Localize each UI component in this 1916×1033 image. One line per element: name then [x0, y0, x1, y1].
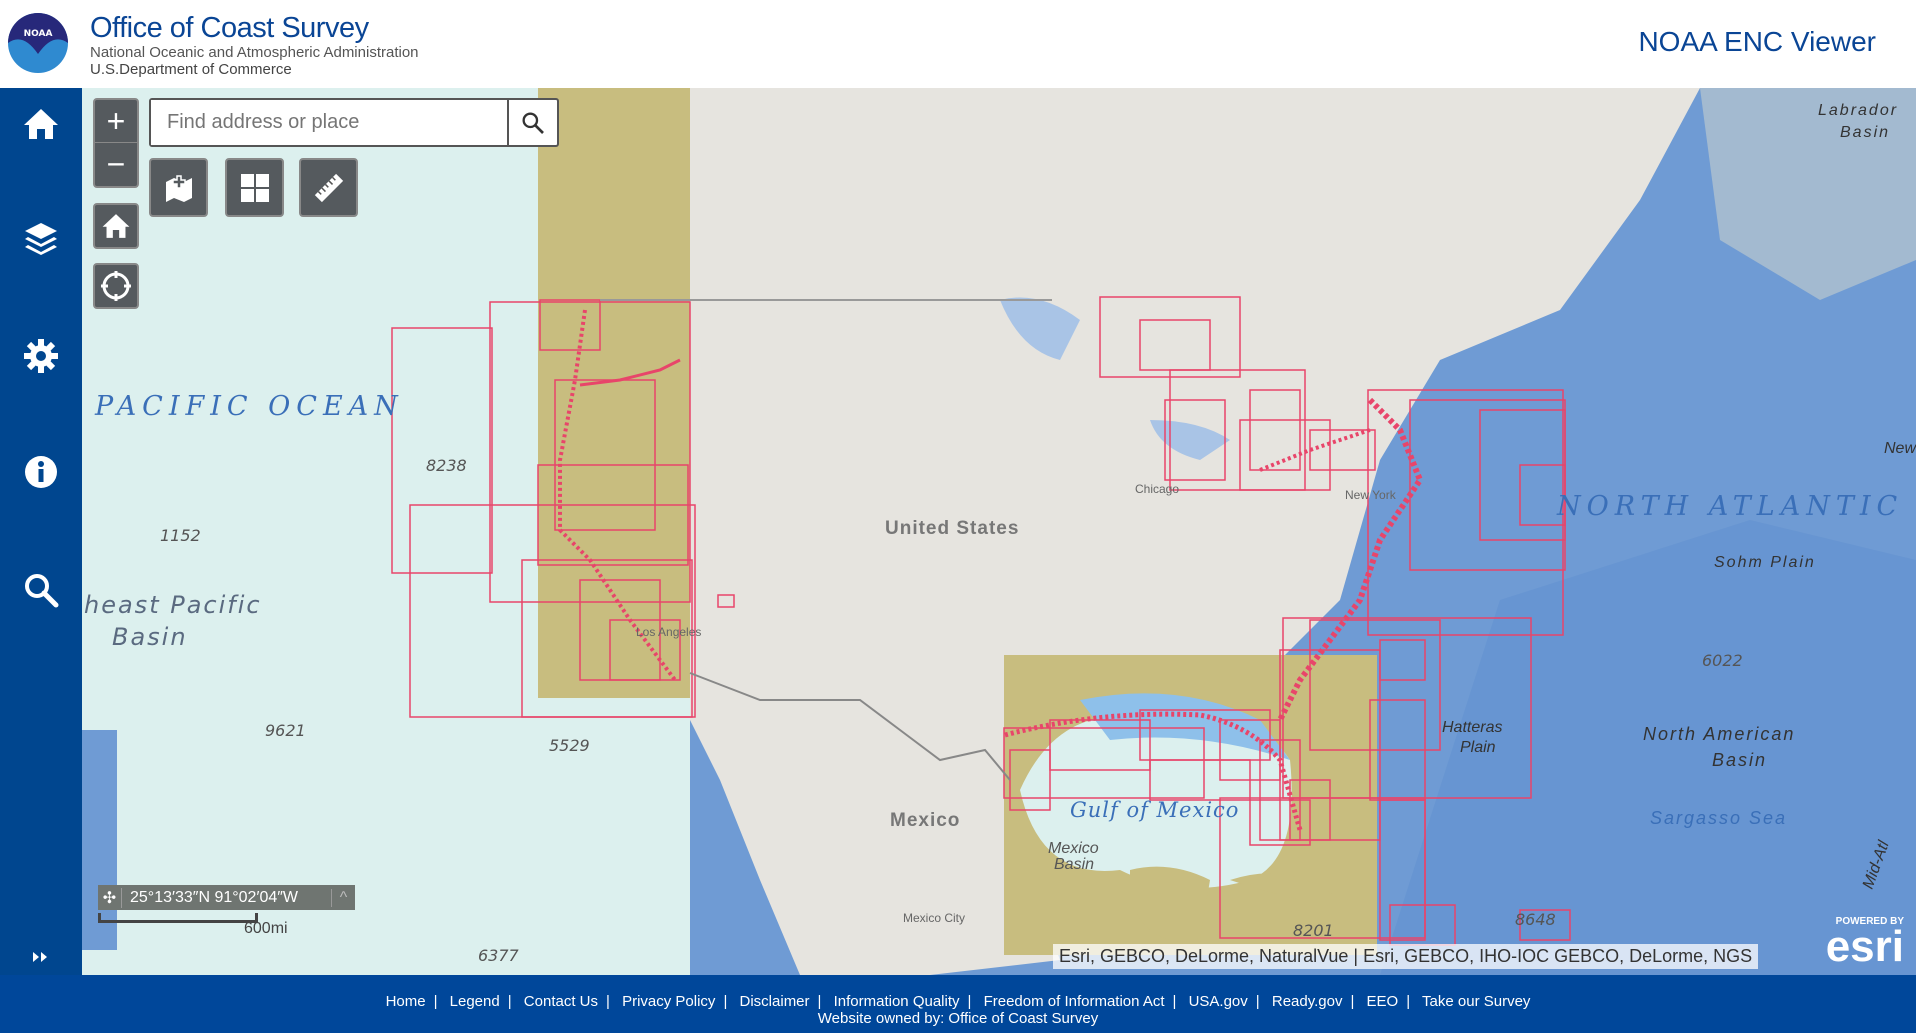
footer-link-contact[interactable]: Contact Us — [524, 993, 598, 1010]
depth-label: 8238 — [426, 456, 467, 475]
basemap-gallery-button[interactable] — [225, 158, 284, 217]
default-extent-button[interactable] — [93, 203, 139, 249]
brand-title[interactable]: Office of Coast Survey — [90, 12, 369, 45]
search-button[interactable] — [17, 566, 65, 614]
coordinate-widget: ✣ 25°13′33″N 91°02′04″W ^ — [98, 885, 355, 910]
new-york-label: New York — [1345, 488, 1397, 502]
map[interactable]: PACIFIC OCEAN NORTH ATLANTIC heast Pacif… — [82, 88, 1916, 975]
na-basin-label: North American — [1643, 724, 1795, 744]
map-add-icon — [165, 174, 192, 202]
search-icon — [25, 574, 59, 608]
atlantic-label: NORTH ATLANTIC — [1556, 491, 1903, 522]
brand-subtitle: National Oceanic and Atmospheric Adminis… — [90, 44, 419, 61]
zoom-in-button[interactable]: + — [95, 100, 137, 144]
crosshair-icon[interactable]: ✣ — [98, 887, 122, 908]
footer-link-usa-gov[interactable]: USA.gov — [1189, 993, 1248, 1010]
los-angeles-label: Los Angeles — [636, 625, 701, 639]
esri-wordmark: esri — [1825, 922, 1904, 971]
footer-link-eeo[interactable]: EEO — [1367, 993, 1399, 1010]
add-data-button[interactable] — [149, 158, 208, 217]
search-icon — [522, 112, 544, 134]
mexico-basin-label: Mexico — [1048, 840, 1099, 857]
footer-link-info-quality[interactable]: Information Quality — [834, 993, 960, 1010]
search-input[interactable] — [151, 100, 507, 145]
coordinate-readout: 25°13′33″N 91°02′04″W — [130, 888, 299, 906]
locate-button[interactable] — [93, 263, 139, 309]
info-icon — [25, 456, 57, 488]
svg-text:NOAA: NOAA — [24, 29, 53, 39]
search-submit-button[interactable] — [507, 100, 557, 145]
expand-icon — [33, 952, 47, 962]
measure-button[interactable] — [299, 158, 358, 217]
pacific-ocean-label: PACIFIC OCEAN — [94, 391, 404, 422]
footer-owner: Website owned by: Office of Coast Survey — [817, 1010, 1099, 1027]
footer-link-home[interactable]: Home — [386, 993, 426, 1010]
na-basin-label-2: Basin — [1712, 750, 1767, 770]
zoom-out-button[interactable]: − — [95, 143, 137, 186]
search-box — [149, 98, 559, 147]
home-icon — [24, 109, 58, 139]
footer: Home | Legend | Contact Us | Privacy Policy… — [0, 975, 1916, 1033]
gulf-label: Gulf of Mexico — [1070, 798, 1239, 822]
info-button[interactable] — [17, 448, 65, 496]
sargasso-label: Sargasso Sea — [1650, 808, 1787, 828]
footer-link-foia[interactable]: Freedom of Information Act — [984, 993, 1165, 1010]
mexico-label: Mexico — [890, 810, 960, 831]
app-title: NOAA ENC Viewer — [1638, 26, 1876, 57]
home-icon — [102, 214, 130, 238]
zoom-controls: + − — [93, 98, 139, 188]
home-button[interactable] — [17, 100, 65, 148]
ne-pacific-label-2: Basin — [112, 623, 188, 651]
west-coast-chart-area — [538, 88, 690, 698]
depth-label: 9621 — [265, 721, 306, 740]
scale-bar — [98, 913, 258, 923]
us-label: United States — [885, 518, 1019, 539]
footer-links: Home | Legend | Contact Us | Privacy Policy… — [385, 993, 1531, 1010]
expand-sidebar-button[interactable] — [17, 933, 65, 981]
layers-icon — [25, 223, 57, 255]
mexico-basin-label-2: Basin — [1054, 856, 1094, 873]
footer-link-legend[interactable]: Legend — [450, 993, 500, 1010]
attribution: Esri, GEBCO, DeLorme, NaturalVue | Esri,… — [1053, 944, 1759, 969]
settings-button[interactable] — [17, 332, 65, 380]
depth-label: 1152 — [160, 526, 201, 545]
new-label: New — [1884, 440, 1916, 457]
noaa-logo: NOAA — [8, 13, 68, 73]
depth-label: 5529 — [549, 736, 590, 755]
depth-label: 8201 — [1293, 921, 1334, 940]
labrador-label: Labrador — [1818, 102, 1898, 119]
gear-icon — [24, 339, 58, 373]
crosshair-icon — [101, 271, 131, 301]
depth-label: 6022 — [1702, 651, 1743, 670]
scale-label: 600mi — [244, 920, 288, 937]
basemap: PACIFIC OCEAN NORTH ATLANTIC heast Pacif… — [82, 88, 1916, 975]
ruler-icon — [314, 173, 343, 202]
footer-link-disclaimer[interactable]: Disclaimer — [740, 993, 810, 1010]
labrador-label-2: Basin — [1840, 124, 1890, 141]
depth-label: 6377 — [478, 946, 520, 965]
hatteras-label: Hatteras — [1442, 719, 1502, 736]
chicago-label: Chicago — [1135, 482, 1179, 496]
chevron-up-icon[interactable]: ^ — [331, 888, 355, 907]
ne-pacific-label: heast Pacific — [84, 591, 262, 619]
footer-link-survey[interactable]: Take our Survey — [1422, 993, 1530, 1010]
sohm-label: Sohm Plain — [1714, 554, 1816, 571]
layers-button[interactable] — [17, 214, 65, 262]
mexico-city-label: Mexico City — [903, 911, 965, 925]
brand-department: U.S.Department of Commerce — [90, 61, 292, 78]
esri-logo[interactable]: POWERED BY esri — [1825, 916, 1904, 971]
hatteras-label-2: Plain — [1460, 739, 1496, 756]
depth-label: 8648 — [1515, 910, 1556, 929]
sidebar — [0, 88, 82, 975]
footer-link-ready-gov[interactable]: Ready.gov — [1272, 993, 1343, 1010]
grid-icon — [240, 173, 269, 202]
footer-link-privacy[interactable]: Privacy Policy — [622, 993, 715, 1010]
header: NOAA Office of Coast Survey National Oce… — [0, 0, 1916, 88]
